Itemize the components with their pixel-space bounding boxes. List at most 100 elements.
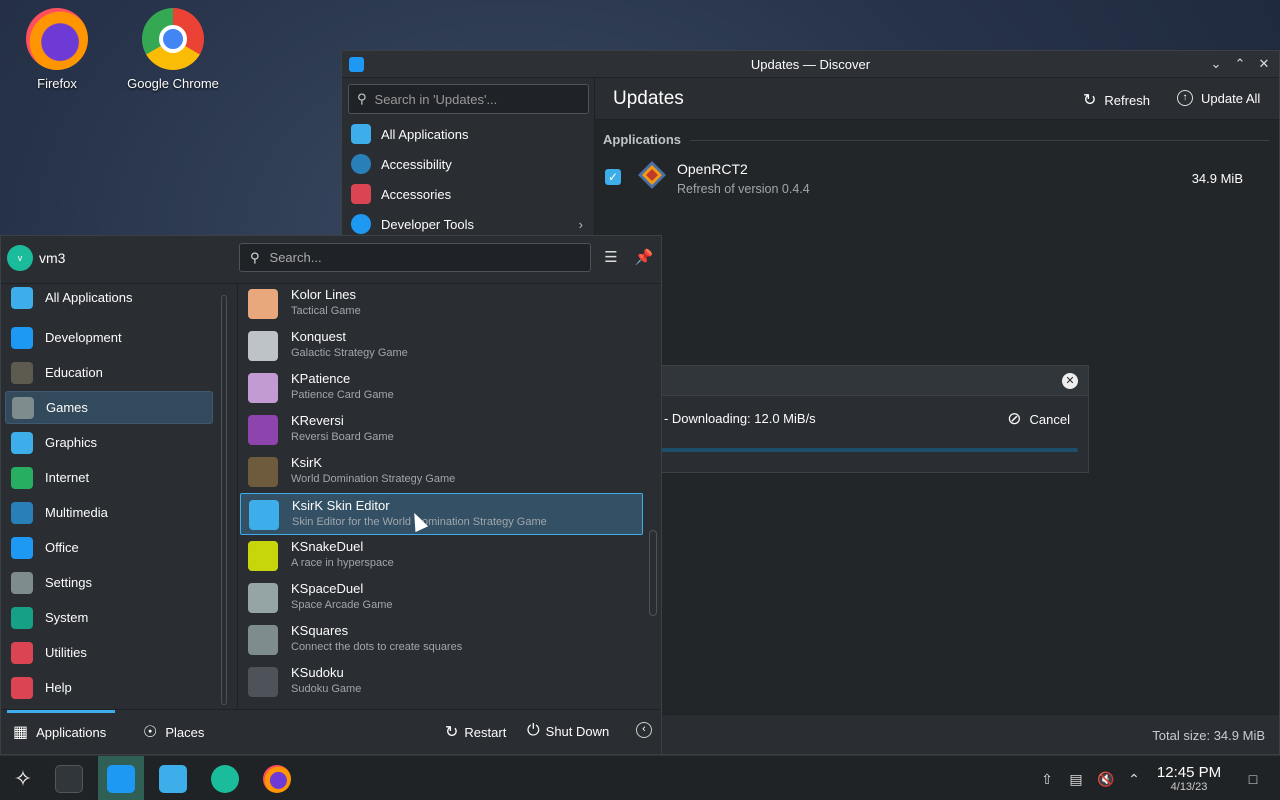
app-item[interactable]: KsirK Skin Editor Skin Editor for the Wor…: [240, 493, 643, 535]
more-options-button[interactable]: ‹: [636, 722, 652, 738]
app-item[interactable]: KSudoku Sudoku Game: [240, 661, 643, 703]
taskbar-system-settings[interactable]: [202, 756, 248, 800]
taskbar-firefox[interactable]: [254, 756, 300, 800]
show-desktop-icon[interactable]: □: [1244, 770, 1262, 788]
category-item[interactable]: Help: [5, 671, 213, 704]
category-item[interactable]: Multimedia: [5, 496, 213, 529]
tab-active-indicator: [7, 710, 115, 713]
category-label: System: [45, 610, 89, 625]
gamepad-icon: [12, 396, 34, 419]
app-description: Sudoku Game: [291, 683, 362, 695]
desktop-icon-chrome[interactable]: Google Chrome: [118, 8, 228, 91]
category-label: Accessibility: [381, 156, 452, 172]
app-item[interactable]: KPatience Patience Card Game: [240, 367, 643, 409]
app-description: Connect the dots to create squares: [291, 641, 463, 653]
launcher-search-input[interactable]: ⚲ Search...: [239, 243, 591, 272]
chevron-up-icon[interactable]: ⌃: [1125, 770, 1143, 788]
app-item[interactable]: KSpaceDuel Space Arcade Game: [240, 577, 643, 619]
taskbar-files[interactable]: [150, 756, 196, 800]
tab-applications-label: Applications: [36, 724, 107, 740]
launcher-footer: ▦ Applications ☉ Places ↻ Restart ⏻ Shut…: [1, 709, 661, 754]
window-titlebar[interactable]: Updates — Discover ⌄ ⌃ ✕: [342, 51, 1279, 78]
system-icon: [11, 606, 33, 629]
category-item[interactable]: Utilities: [5, 636, 213, 669]
app-item[interactable]: KReversi Reversi Board Game: [240, 409, 643, 451]
shutdown-label: Shut Down: [545, 723, 610, 739]
avatar[interactable]: v: [7, 245, 33, 271]
category-item[interactable]: Games: [5, 391, 213, 424]
app-name: KSquares: [291, 623, 349, 638]
taskbar: ✧ ⇧ ▤ 🔇 ⌃ 12:45 PM 4/13/23 □: [0, 755, 1280, 800]
category-item[interactable]: Settings: [5, 566, 213, 599]
squares-icon: [248, 625, 278, 655]
globe-icon: [11, 466, 33, 489]
category-item[interactable]: All Applications: [5, 284, 213, 314]
app-item[interactable]: Kolor Lines Tactical Game: [240, 284, 643, 325]
clock[interactable]: 12:45 PM 4/13/23: [1152, 764, 1226, 793]
tab-places[interactable]: ☉ Places: [143, 722, 204, 742]
category-item[interactable]: System: [5, 601, 213, 634]
category-label: Internet: [45, 470, 90, 485]
category-item[interactable]: Graphics: [5, 426, 213, 459]
cards-icon: [248, 373, 278, 403]
app-item[interactable]: KSquares Connect the dots to create squar…: [240, 619, 643, 661]
shutdown-button[interactable]: ⏻ Shut Down: [527, 722, 609, 740]
scrollbar-thumb[interactable]: [221, 295, 227, 705]
clipboard-icon[interactable]: ▤: [1067, 770, 1085, 788]
cannon-icon: [248, 457, 278, 487]
app-name: KSpaceDuel: [291, 581, 364, 596]
maximize-icon[interactable]: ⌃: [1233, 55, 1247, 73]
discover-category-all-applications[interactable]: All Applications: [342, 119, 595, 149]
settings-icon: [11, 571, 33, 594]
category-item[interactable]: Education: [5, 356, 213, 389]
volume-muted-icon[interactable]: 🔇: [1097, 770, 1115, 788]
discover-icon: [107, 764, 135, 793]
app-item[interactable]: Konquest Galactic Strategy Game: [240, 325, 643, 367]
app-list-scrollbar[interactable]: [649, 530, 657, 616]
pin-icon[interactable]: 📌: [634, 248, 654, 268]
category-item[interactable]: Office: [5, 531, 213, 564]
category-scrollbar[interactable]: [220, 295, 227, 705]
app-name: KSnakeDuel: [291, 539, 364, 554]
taskbar-settings[interactable]: [46, 756, 92, 800]
folder-icon: [159, 764, 187, 793]
chevron-right-icon: ›: [578, 216, 583, 232]
section-title: Applications: [603, 132, 682, 147]
search-icon: ⚲: [357, 91, 367, 106]
configure-icon[interactable]: ☰: [601, 248, 621, 268]
application-launcher-button[interactable]: ✧: [0, 756, 46, 800]
category-item[interactable]: Development: [5, 321, 213, 354]
office-icon: [11, 536, 33, 559]
app-item[interactable]: KSnakeDuel A race in hyperspace: [240, 535, 643, 577]
desktop-icon-firefox[interactable]: Firefox: [2, 8, 112, 91]
close-icon[interactable]: ✕: [1062, 373, 1078, 389]
update-checkbox[interactable]: ✓: [605, 169, 621, 185]
discover-search-input[interactable]: ⚲ Search in 'Updates'...: [348, 84, 589, 114]
update-app-subtitle: Refresh of version 0.4.4: [677, 182, 810, 196]
application-launcher: v vm3 ⚲ Search... ☰ 📌 All Applications De…: [0, 235, 662, 755]
update-notifier-icon[interactable]: ⇧: [1038, 770, 1056, 788]
clock-date: 4/13/23: [1170, 781, 1208, 793]
app-description: Tactical Game: [291, 305, 361, 317]
tab-applications[interactable]: ▦ Applications: [13, 722, 106, 742]
snake-icon: [248, 541, 278, 571]
category-label: Utilities: [45, 645, 87, 660]
minimize-icon[interactable]: ⌄: [1209, 55, 1223, 73]
cancel-button[interactable]: ⊘ Cancel: [1007, 409, 1070, 429]
restart-button[interactable]: ↻ Restart: [445, 722, 506, 742]
progress-card-header: ✕: [656, 366, 1088, 396]
developer-icon: [351, 214, 371, 234]
discover-category-accessories[interactable]: Accessories: [342, 179, 595, 209]
launcher-app-list: Kolor Lines Tactical Game Konquest Galactic…: [237, 284, 647, 708]
category-item[interactable]: Internet: [5, 461, 213, 494]
update-all-button[interactable]: ↑ Update All: [1177, 90, 1260, 106]
discover-category-accessibility[interactable]: Accessibility: [342, 149, 595, 179]
update-row[interactable]: ✓ OpenRCT2 Refresh of version 0.4.4 34.9…: [595, 153, 1279, 203]
taskbar-discover[interactable]: [98, 756, 144, 800]
close-icon[interactable]: ✕: [1257, 55, 1271, 73]
cancel-label: Cancel: [1029, 411, 1070, 427]
refresh-button[interactable]: ↻ Refresh: [1083, 90, 1150, 110]
app-name: KSudoku: [291, 665, 344, 680]
app-item[interactable]: KsirK World Domination Strategy Game: [240, 451, 643, 493]
category-label: Education: [45, 365, 103, 380]
